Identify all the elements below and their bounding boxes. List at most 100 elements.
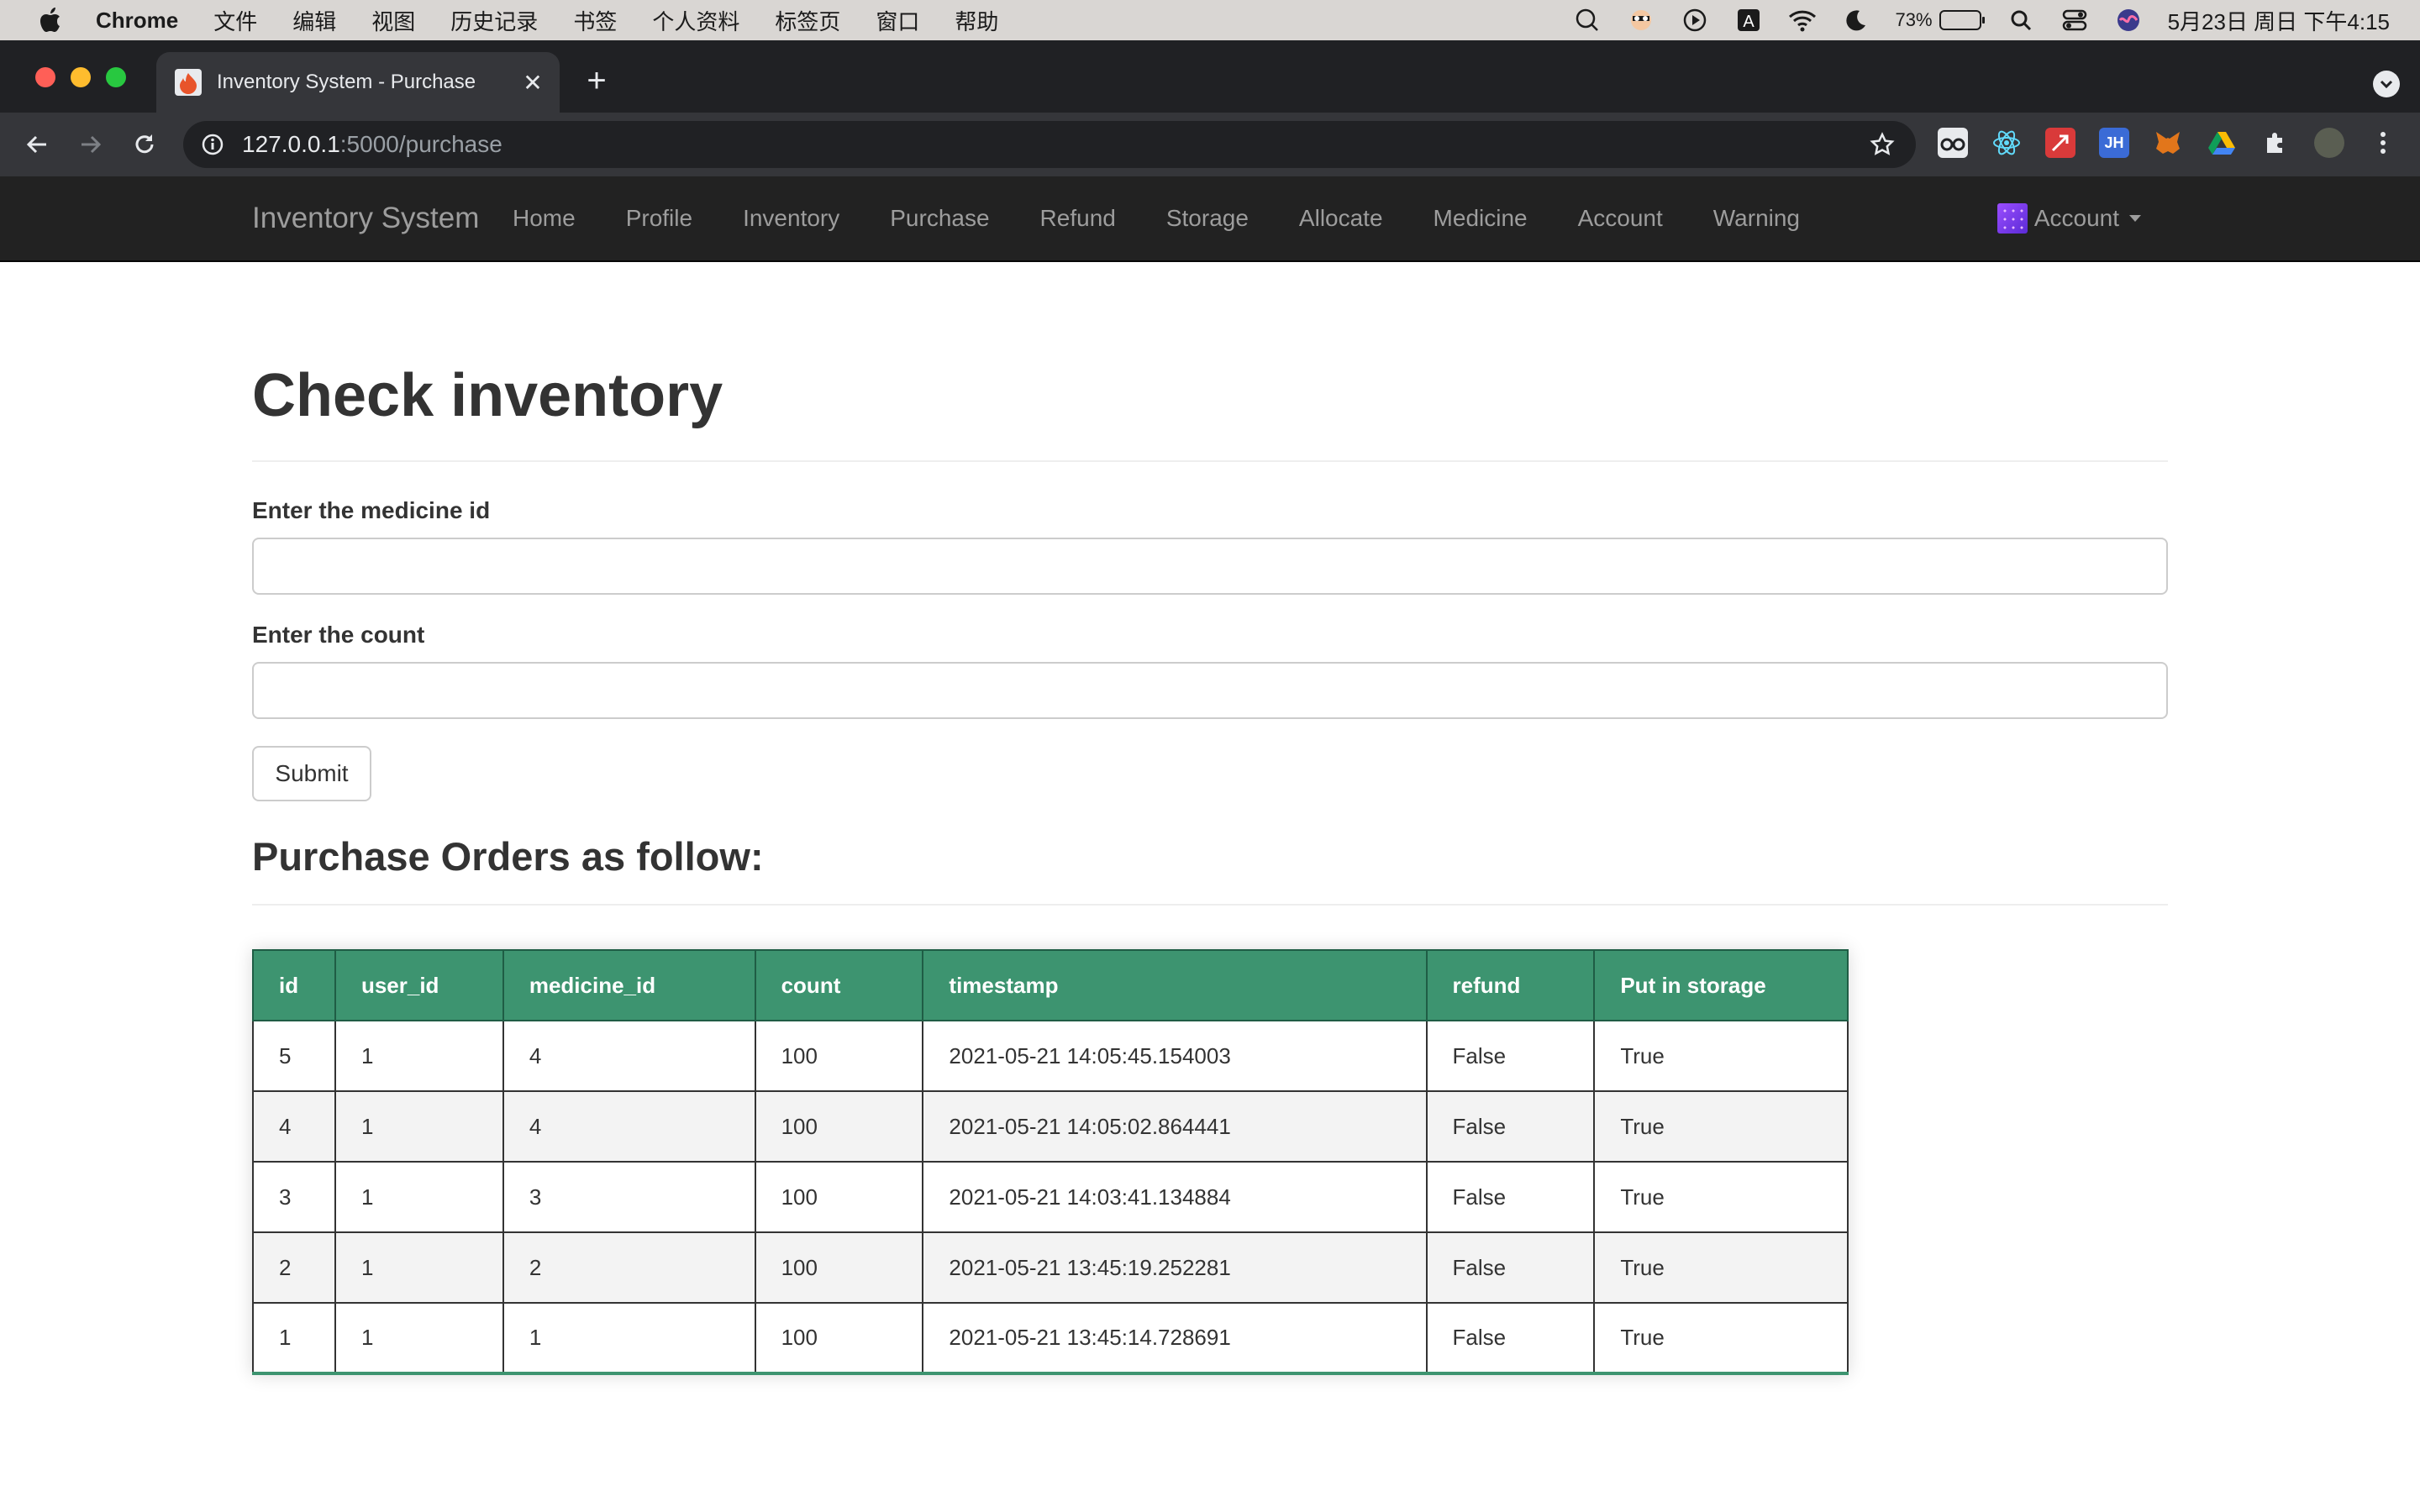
cell-refund: False bbox=[1425, 1161, 1596, 1233]
chrome-menu-icon[interactable] bbox=[2368, 128, 2398, 158]
cell-timestamp: 2021-05-21 14:03:41.134884 bbox=[922, 1161, 1428, 1233]
browser-tab-strip: Inventory System - Purchase ✕ + bbox=[0, 40, 2420, 113]
chat-icon[interactable] bbox=[1573, 6, 1602, 34]
close-window-button[interactable] bbox=[35, 67, 55, 87]
column-header-put-in-storage: Put in storage bbox=[1593, 949, 1849, 1021]
column-header-user-id: user_id bbox=[334, 949, 504, 1021]
nav-inventory[interactable]: Inventory bbox=[743, 205, 839, 232]
tab-title: Inventory System - Purchase bbox=[217, 71, 476, 93]
profile-avatar-icon[interactable] bbox=[2314, 128, 2344, 158]
column-header-count: count bbox=[754, 949, 924, 1021]
do-not-disturb-icon[interactable] bbox=[1842, 6, 1870, 34]
spotlight-search-icon[interactable] bbox=[2007, 6, 2035, 34]
nav-refund[interactable]: Refund bbox=[1040, 205, 1116, 232]
purchase-orders-table: id user_id medicine_id count timestamp r… bbox=[252, 949, 1849, 1375]
active-tab[interactable]: Inventory System - Purchase ✕ bbox=[156, 52, 560, 113]
react-devtools-icon[interactable] bbox=[1991, 128, 2022, 158]
cell-count: 100 bbox=[754, 1020, 924, 1092]
cell-count: 100 bbox=[754, 1231, 924, 1304]
cell-medicine-id: 2 bbox=[502, 1231, 756, 1304]
reader-extension-icon[interactable] bbox=[1938, 128, 1968, 158]
menu-bookmarks[interactable]: 书签 bbox=[573, 5, 617, 36]
cell-medicine-id: 4 bbox=[502, 1090, 756, 1163]
navbar-brand[interactable]: Inventory System bbox=[252, 176, 479, 260]
table-row: 2 1 2 100 2021-05-21 13:45:19.252281 Fal… bbox=[252, 1231, 1849, 1304]
battery-indicator[interactable]: 73% bbox=[1895, 9, 1985, 31]
cell-user-id: 1 bbox=[334, 1161, 504, 1233]
cell-put-in-storage: True bbox=[1593, 1231, 1849, 1304]
siri-icon[interactable] bbox=[2114, 6, 2143, 34]
menu-file[interactable]: 文件 bbox=[213, 5, 257, 36]
cell-medicine-id: 4 bbox=[502, 1020, 756, 1092]
account-dropdown[interactable]: Account bbox=[1996, 176, 2141, 260]
input-method-icon[interactable]: A bbox=[1734, 6, 1763, 34]
nav-allocate[interactable]: Allocate bbox=[1299, 205, 1383, 232]
url-host: 127.0.0.1 bbox=[242, 131, 340, 157]
orders-section-title: Purchase Orders as follow: bbox=[252, 834, 764, 879]
nav-home[interactable]: Home bbox=[513, 205, 576, 232]
medicine-id-input[interactable] bbox=[252, 538, 2168, 595]
cell-timestamp: 2021-05-21 13:45:19.252281 bbox=[922, 1231, 1428, 1304]
jh-extension-icon[interactable]: JH bbox=[2099, 128, 2129, 158]
cell-count: 100 bbox=[754, 1302, 924, 1375]
cell-refund: False bbox=[1425, 1090, 1596, 1163]
nav-warning[interactable]: Warning bbox=[1713, 205, 1800, 232]
forward-arrow-icon[interactable] bbox=[74, 128, 108, 161]
cell-id: 4 bbox=[252, 1090, 336, 1163]
menu-view[interactable]: 视图 bbox=[371, 5, 415, 36]
maximize-window-button[interactable] bbox=[106, 67, 126, 87]
nav-profile[interactable]: Profile bbox=[626, 205, 692, 232]
minimize-window-button[interactable] bbox=[71, 67, 91, 87]
play-icon[interactable] bbox=[1681, 6, 1709, 34]
tab-search-icon[interactable] bbox=[2373, 71, 2400, 97]
menu-history[interactable]: 历史记录 bbox=[450, 5, 538, 36]
count-input[interactable] bbox=[252, 662, 2168, 719]
menu-profiles[interactable]: 个人资料 bbox=[652, 5, 739, 36]
cell-timestamp: 2021-05-21 13:45:14.728691 bbox=[922, 1302, 1428, 1375]
control-center-icon[interactable] bbox=[2060, 6, 2089, 34]
page-title: Check inventory bbox=[252, 362, 723, 429]
app-name[interactable]: Chrome bbox=[96, 8, 178, 34]
count-label: Enter the count bbox=[252, 622, 425, 648]
menu-window[interactable]: 窗口 bbox=[876, 5, 919, 36]
extensions-puzzle-icon[interactable] bbox=[2260, 128, 2291, 158]
battery-percent: 73% bbox=[1895, 9, 1933, 30]
nav-storage[interactable]: Storage bbox=[1166, 205, 1249, 232]
back-arrow-icon[interactable] bbox=[20, 128, 54, 161]
cell-count: 100 bbox=[754, 1090, 924, 1163]
menu-tab[interactable]: 标签页 bbox=[775, 5, 840, 36]
orders-divider bbox=[252, 904, 2168, 906]
column-header-refund: refund bbox=[1425, 949, 1596, 1021]
clock[interactable]: 5月23日 周日 下午4:15 bbox=[2168, 5, 2390, 36]
svg-text:A: A bbox=[1743, 13, 1754, 31]
cell-user-id: 1 bbox=[334, 1302, 504, 1375]
submit-button[interactable]: Submit bbox=[252, 746, 371, 801]
metamask-fox-icon[interactable] bbox=[2153, 128, 2183, 158]
google-drive-icon[interactable] bbox=[2207, 128, 2237, 158]
cell-put-in-storage: True bbox=[1593, 1302, 1849, 1375]
reload-icon[interactable] bbox=[128, 128, 161, 161]
site-favicon-icon bbox=[175, 69, 202, 96]
nav-medicine[interactable]: Medicine bbox=[1434, 205, 1528, 232]
cell-timestamp: 2021-05-21 14:05:02.864441 bbox=[922, 1090, 1428, 1163]
site-info-icon[interactable] bbox=[200, 132, 225, 157]
table-row: 4 1 4 100 2021-05-21 14:05:02.864441 Fal… bbox=[252, 1090, 1849, 1163]
pick-extension-icon[interactable] bbox=[2045, 128, 2075, 158]
table-row: 5 1 4 100 2021-05-21 14:05:45.154003 Fal… bbox=[252, 1020, 1849, 1092]
new-tab-icon[interactable]: + bbox=[580, 62, 613, 99]
column-header-timestamp: timestamp bbox=[922, 949, 1428, 1021]
apple-menu-icon[interactable] bbox=[34, 0, 67, 40]
table-row: 1 1 1 100 2021-05-21 13:45:14.728691 Fal… bbox=[252, 1302, 1849, 1375]
nav-purchase[interactable]: Purchase bbox=[890, 205, 989, 232]
cell-user-id: 1 bbox=[334, 1231, 504, 1304]
account-avatar bbox=[1996, 203, 2028, 234]
avatar-app-icon[interactable] bbox=[1627, 6, 1655, 34]
cell-medicine-id: 3 bbox=[502, 1161, 756, 1233]
bookmark-star-icon[interactable] bbox=[1869, 131, 1896, 158]
address-bar[interactable]: 127.0.0.1:5000/purchase bbox=[183, 121, 1916, 168]
wifi-icon[interactable] bbox=[1788, 6, 1817, 34]
close-tab-icon[interactable]: ✕ bbox=[518, 67, 548, 97]
nav-account[interactable]: Account bbox=[1578, 205, 1663, 232]
menu-edit[interactable]: 编辑 bbox=[292, 5, 336, 36]
menu-help[interactable]: 帮助 bbox=[955, 5, 998, 36]
